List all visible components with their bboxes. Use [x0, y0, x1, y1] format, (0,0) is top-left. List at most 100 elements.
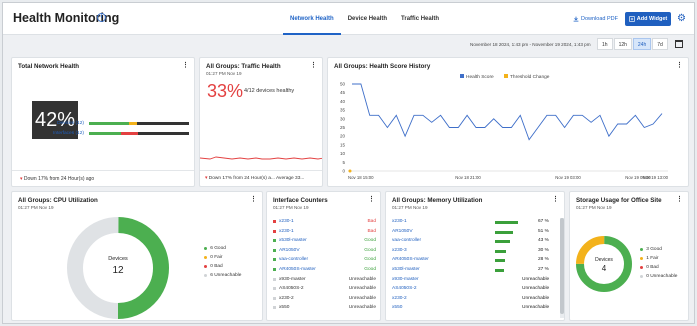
list-item[interactable]: x930-master Unreachable: [273, 277, 376, 282]
list-item[interactable]: x530l-master 27 %: [392, 267, 562, 276]
legend-swatch: [460, 74, 464, 78]
traffic-health-card: All Groups: Traffic Health 01:27 PM Nov …: [199, 57, 323, 187]
device-name[interactable]: vaa-controller: [392, 238, 421, 243]
list-item[interactable]: x230-3 30 %: [392, 248, 562, 257]
info-icon[interactable]: i: [97, 13, 106, 22]
memory-value: Unreachable: [522, 276, 550, 282]
memory-value: Unreachable: [522, 305, 550, 311]
gear-icon[interactable]: ⚙: [677, 13, 686, 24]
more-options-icon[interactable]: ⋮: [552, 195, 559, 203]
list-item[interactable]: AR1050V 51 %: [392, 229, 562, 238]
interface-name: x930-master: [279, 276, 306, 282]
list-item[interactable]: x550 Unreachable: [273, 305, 376, 310]
download-pdf-button[interactable]: Download PDF: [573, 16, 618, 22]
memory-value: 30 %: [538, 247, 549, 253]
status-square: [273, 258, 276, 262]
y-tick-label: 10: [340, 151, 346, 156]
more-options-icon[interactable]: ⋮: [182, 61, 189, 69]
y-tick-label: 30: [340, 116, 346, 121]
x-tick-label: Nov 18 21:00: [455, 175, 481, 180]
interface-name[interactable]: x530l-master: [279, 238, 307, 243]
add-widget-button[interactable]: Add Widget: [625, 12, 671, 26]
interface-name[interactable]: vaa-controller: [279, 257, 308, 262]
range-24h-button[interactable]: 24h: [632, 38, 652, 50]
calendar-icon[interactable]: [675, 40, 683, 48]
status-square: [273, 277, 276, 281]
interface-status: Bad: [367, 219, 376, 224]
list-item[interactable]: AS4050S-2 Unreachable: [392, 286, 562, 295]
device-name[interactable]: x930-master: [392, 277, 419, 282]
legend-fair: 0 Fair: [204, 255, 222, 260]
list-item[interactable]: x550 Unreachable: [392, 305, 562, 314]
device-name[interactable]: x230-3: [392, 248, 407, 253]
list-item[interactable]: x230-1 Bad: [273, 219, 376, 224]
more-options-icon[interactable]: ⋮: [368, 195, 375, 203]
header: Health Monitoring i Network Health Devic…: [3, 3, 694, 35]
interface-name[interactable]: AR4050S-master: [279, 267, 316, 272]
list-item[interactable]: AR1050V Good: [273, 248, 376, 253]
list-item[interactable]: AR4050S-master 28 %: [392, 257, 562, 266]
list-item[interactable]: AR4050S-master Good: [273, 267, 376, 272]
list-item[interactable]: x530l-master Good: [273, 238, 376, 243]
device-name[interactable]: x550: [392, 305, 402, 310]
list-item[interactable]: x230-1 Bad: [273, 229, 376, 234]
interface-name[interactable]: AR1050V: [279, 248, 300, 253]
list-item[interactable]: AS4050S-2 Unreachable: [273, 286, 376, 291]
legend-label[interactable]: Health Score: [466, 74, 494, 80]
device-name[interactable]: AS4050S-2: [392, 286, 417, 291]
legend-fair: 1 Fair: [640, 256, 658, 261]
memory-value: 67 %: [538, 219, 549, 224]
interface-name: x550: [279, 305, 290, 311]
card-title: All Groups: Memory Utilization: [392, 197, 483, 204]
device-name[interactable]: x230-1: [392, 219, 407, 224]
health-score-line: [352, 83, 663, 141]
threshold-change-marker[interactable]: [348, 169, 352, 173]
list-item[interactable]: x230-1 67 %: [392, 219, 562, 228]
devices-link[interactable]: Devices (12): [18, 121, 84, 126]
interfaces-health-bar: [89, 132, 189, 135]
list-item[interactable]: x230-2 Unreachable: [273, 296, 376, 301]
range-12h-button[interactable]: 12h: [613, 38, 632, 50]
tab-traffic-health[interactable]: Traffic Health: [394, 3, 446, 35]
more-options-icon[interactable]: ⋮: [676, 195, 683, 203]
devices-health-bar: [89, 122, 189, 125]
interfaces-link[interactable]: Interfaces (12): [18, 131, 84, 136]
total-network-health-card: Total Network Health ⋮ 42% Devices (12) …: [11, 57, 195, 187]
time-range-buttons: 1h 12h 24h 7d: [597, 38, 668, 50]
legend-label[interactable]: Threshold Change: [510, 74, 550, 80]
more-options-icon[interactable]: ⋮: [676, 61, 683, 69]
tab-device-health[interactable]: Device Health: [341, 3, 394, 35]
more-options-icon[interactable]: ⋮: [310, 61, 317, 69]
card-timestamp: 01:27 PM Nov 19: [576, 205, 612, 210]
card-title: Total Network Health: [18, 63, 80, 70]
list-item[interactable]: vaa-controller 43 %: [392, 238, 562, 247]
more-options-icon[interactable]: ⋮: [250, 195, 257, 203]
interface-name[interactable]: x230-1: [279, 219, 294, 224]
traffic-health-summary: 4/12 devices healthy: [244, 88, 295, 94]
device-name[interactable]: AR1050V: [392, 229, 413, 234]
x-tick-label: Nov 18 15:00: [348, 175, 374, 180]
tab-network-health[interactable]: Network Health: [283, 3, 341, 35]
list-item[interactable]: x230-2 Unreachable: [392, 296, 562, 305]
x-tick-label: Nov 19 03:00: [555, 175, 581, 180]
device-name[interactable]: AR4050S-master: [392, 257, 429, 262]
interface-status: Unreachable: [348, 286, 376, 292]
interface-status: Unreachable: [348, 276, 376, 282]
list-item[interactable]: x930-master Unreachable: [392, 277, 562, 286]
app-frame: Health Monitoring i Network Health Devic…: [2, 2, 695, 324]
download-icon: [573, 16, 579, 22]
list-item[interactable]: vaa-controller Good: [273, 257, 376, 262]
add-widget-icon: [629, 16, 635, 22]
range-7d-button[interactable]: 7d: [652, 38, 668, 50]
scrollbar-thumb[interactable]: [560, 218, 564, 314]
interface-name[interactable]: x230-1: [279, 229, 294, 234]
card-title: Interface Counters: [273, 197, 328, 204]
legend-bad: 0 Bad: [640, 265, 659, 270]
range-1h-button[interactable]: 1h: [597, 38, 613, 50]
device-name[interactable]: x530l-master: [392, 267, 420, 272]
interface-name: x230-2: [279, 295, 294, 301]
time-range-bar: November 18 2024, 1:43 pm - November 19 …: [3, 36, 694, 53]
device-name[interactable]: x230-2: [392, 296, 407, 301]
status-square: [273, 220, 276, 223]
y-tick-label: 25: [340, 125, 346, 130]
